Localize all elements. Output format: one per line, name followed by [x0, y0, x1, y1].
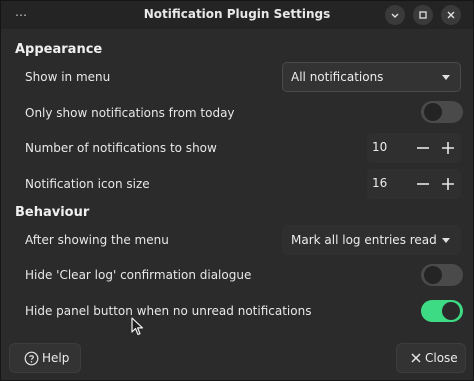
- title-bar: ⋯ Notification Plugin Settings: [1, 1, 473, 29]
- notification-count-value[interactable]: 10: [372, 140, 387, 154]
- help-label: Help: [42, 351, 70, 365]
- appearance-heading: Appearance: [15, 42, 103, 57]
- hide-clear-confirm-label: Hide 'Clear log' confirmation dialogue: [25, 268, 252, 282]
- icon-size-label: Notification icon size: [25, 177, 150, 191]
- show-in-menu-dropdown[interactable]: All notifications: [282, 62, 461, 92]
- toggle-knob: [424, 103, 442, 121]
- notification-count-spinner[interactable]: 10: [367, 133, 461, 163]
- only-today-label: Only show notifications from today: [25, 106, 235, 120]
- only-today-toggle[interactable]: [421, 101, 463, 123]
- minus-icon[interactable]: [412, 137, 434, 159]
- after-showing-value: Mark all log entries read: [291, 233, 437, 247]
- chevron-down-icon: [442, 238, 450, 243]
- close-label: Close: [425, 351, 458, 365]
- settings-window: ⋯ Notification Plugin Settings Appearanc…: [0, 0, 474, 381]
- chevron-down-icon: [442, 75, 450, 80]
- help-button[interactable]: Help: [9, 343, 81, 373]
- minus-icon[interactable]: [412, 173, 434, 195]
- close-button[interactable]: Close: [396, 343, 466, 373]
- after-showing-dropdown[interactable]: Mark all log entries read: [282, 225, 461, 255]
- maximize-button[interactable]: [413, 5, 433, 25]
- icon-size-spinner[interactable]: 16: [367, 169, 461, 199]
- hide-panel-button-toggle[interactable]: [421, 300, 463, 322]
- close-icon: [410, 352, 422, 364]
- maximize-icon: [419, 11, 427, 19]
- hide-clear-confirm-toggle[interactable]: [421, 264, 463, 286]
- plus-icon[interactable]: [437, 137, 459, 159]
- show-in-menu-label: Show in menu: [25, 70, 111, 84]
- mouse-pointer-icon: [131, 317, 144, 336]
- minimize-icon: [391, 13, 399, 18]
- notification-count-label: Number of notifications to show: [25, 141, 217, 155]
- minimize-button[interactable]: [385, 5, 405, 25]
- show-in-menu-value: All notifications: [291, 70, 384, 84]
- toggle-knob: [442, 302, 460, 320]
- after-showing-label: After showing the menu: [25, 233, 169, 247]
- help-icon: [24, 351, 39, 366]
- icon-size-value[interactable]: 16: [372, 176, 387, 190]
- toggle-knob: [424, 266, 442, 284]
- hide-panel-button-label: Hide panel button when no unread notific…: [25, 304, 312, 318]
- close-icon: [447, 11, 455, 19]
- close-window-button[interactable]: [441, 5, 461, 25]
- plus-icon[interactable]: [437, 173, 459, 195]
- behaviour-heading: Behaviour: [15, 205, 90, 220]
